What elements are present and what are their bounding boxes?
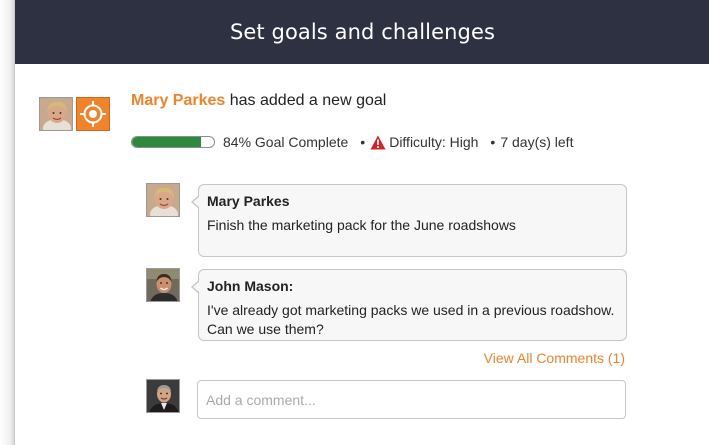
mary-comment-avatar[interactable] <box>146 183 180 217</box>
view-all-comments-link[interactable]: View All Comments (1) <box>484 350 625 366</box>
goal-target-icon <box>76 97 110 131</box>
comment-author[interactable]: John Mason: <box>207 278 618 294</box>
john-comment-avatar[interactable] <box>146 268 180 302</box>
comment-bubble: Mary Parkes Finish the marketing pack fo… <box>191 184 627 257</box>
activity-headline: Mary Parkes has added a new goal <box>131 92 386 110</box>
bullet-separator: • <box>490 134 496 150</box>
warning-icon <box>370 135 386 150</box>
add-comment-input[interactable] <box>197 380 626 419</box>
difficulty-label: Difficulty: High <box>389 134 479 150</box>
comment-text: I've already got marketing packs we used… <box>207 302 615 337</box>
left-edge <box>0 0 14 445</box>
comment-author[interactable]: Mary Parkes <box>207 193 618 209</box>
bullet-separator: • <box>360 134 366 150</box>
panel-title: Set goals and challenges <box>229 20 496 44</box>
goal-meta: 84% Goal Complete • Difficulty: High • 7… <box>131 132 573 152</box>
activity-action: has added a new goal <box>229 92 387 109</box>
comment-text: Finish the marketing pack for the June r… <box>207 217 516 233</box>
days-left-label: 7 day(s) left <box>500 134 574 150</box>
goal-progress-label: 84% Goal Complete <box>223 134 349 150</box>
current-user-avatar <box>146 379 180 413</box>
mary-avatar[interactable] <box>39 97 73 131</box>
goal-progress-fill <box>132 137 201 147</box>
goal-progress-bar <box>131 136 215 148</box>
panel-header: Set goals and challenges <box>15 0 709 64</box>
goals-panel: Set goals and challenges Mary Parkes has… <box>14 0 709 445</box>
comment-bubble: John Mason: I've already got marketing p… <box>191 269 627 341</box>
activity-user-link[interactable]: Mary Parkes <box>131 92 225 109</box>
